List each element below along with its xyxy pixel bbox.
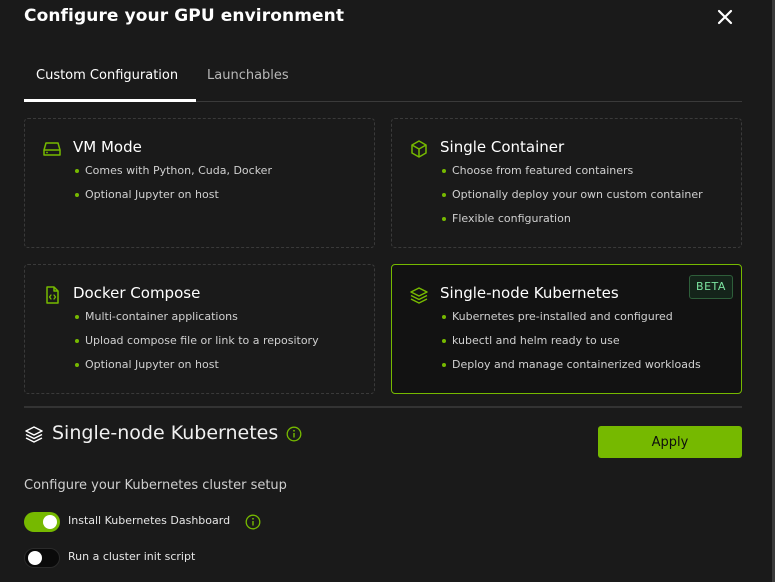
cube-icon: [411, 140, 427, 158]
tab-bar: Custom Configuration Launchables: [24, 58, 742, 102]
section-title: Single-node Kubernetes: [52, 422, 279, 444]
card-single-container[interactable]: Single Container Choose from featured co…: [391, 118, 742, 248]
list-item: Multi-container applications: [75, 310, 319, 334]
dialog-title: Configure your GPU environment: [24, 6, 345, 26]
list-item: Optional Jupyter on host: [75, 358, 319, 382]
tab-custom-configuration[interactable]: Custom Configuration: [36, 68, 178, 83]
layers-icon: [410, 287, 428, 304]
card-title: Single-node Kubernetes: [440, 284, 619, 302]
feature-list: Multi-container applications Upload comp…: [75, 310, 319, 382]
close-button[interactable]: [714, 6, 736, 28]
card-vm-mode[interactable]: VM Mode Comes with Python, Cuda, Docker …: [24, 118, 375, 248]
list-item: Comes with Python, Cuda, Docker: [75, 164, 272, 188]
feature-list: Comes with Python, Cuda, Docker Optional…: [75, 164, 272, 212]
toggle-install-dashboard[interactable]: [24, 512, 60, 532]
info-icon[interactable]: [245, 514, 261, 530]
tab-launchables[interactable]: Launchables: [207, 68, 289, 83]
beta-badge: BETA: [689, 275, 733, 299]
list-item: Choose from featured containers: [442, 164, 703, 188]
list-item: Deploy and manage containerized workload…: [442, 358, 701, 382]
info-icon[interactable]: [286, 426, 302, 442]
list-item: Upload compose file or link to a reposit…: [75, 334, 319, 358]
section-subtitle: Configure your Kubernetes cluster setup: [24, 478, 287, 493]
card-docker-compose[interactable]: Docker Compose Multi-container applicati…: [24, 264, 375, 394]
list-item: Optional Jupyter on host: [75, 188, 272, 212]
card-title: Docker Compose: [73, 284, 201, 302]
toggle-label: Install Kubernetes Dashboard: [68, 514, 231, 527]
apply-button[interactable]: Apply: [598, 426, 742, 458]
toggle-label: Run a cluster init script: [68, 550, 196, 563]
server-drive-icon: [43, 142, 61, 156]
feature-list: Kubernetes pre-installed and configured …: [442, 310, 701, 382]
card-title: VM Mode: [73, 138, 142, 156]
toggle-knob: [43, 515, 57, 529]
card-title: Single Container: [440, 138, 565, 156]
list-item: Flexible configuration: [442, 212, 703, 236]
code-file-icon: [46, 286, 59, 304]
toggle-cluster-init-script[interactable]: [24, 548, 60, 568]
active-tab-indicator: [24, 99, 196, 102]
list-item: Kubernetes pre-installed and configured: [442, 310, 701, 334]
card-single-node-kubernetes[interactable]: Single-node Kubernetes BETA Kubernetes p…: [391, 264, 742, 394]
feature-list: Choose from featured containers Optional…: [442, 164, 703, 236]
toggle-knob: [28, 551, 42, 565]
list-item: kubectl and helm ready to use: [442, 334, 701, 358]
section-divider: [24, 406, 742, 408]
list-item: Optionally deploy your own custom contai…: [442, 188, 703, 212]
layers-icon: [25, 426, 43, 443]
close-icon: [717, 9, 733, 25]
